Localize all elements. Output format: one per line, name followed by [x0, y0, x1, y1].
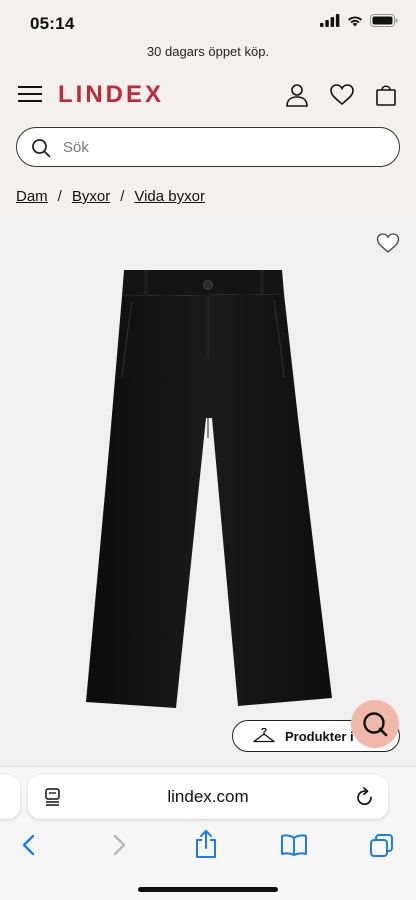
- breadcrumb-item-dam[interactable]: Dam: [16, 188, 48, 205]
- product-image-black-wide-trousers[interactable]: [86, 268, 334, 714]
- account-icon[interactable]: [284, 82, 310, 108]
- status-bar: 05:14: [0, 0, 416, 48]
- browser-toolbar: [0, 829, 416, 865]
- breadcrumb: Dam / Byxor / Vida byxor: [16, 188, 205, 205]
- home-indicator: [138, 887, 278, 892]
- search-icon: [32, 139, 51, 158]
- breadcrumb-separator: /: [57, 188, 62, 205]
- search-input[interactable]: [63, 128, 383, 166]
- promo-banner[interactable]: 30 dagars öppet köp.: [0, 44, 416, 68]
- bookmarks-icon[interactable]: [280, 833, 308, 857]
- breadcrumb-item-byxor[interactable]: Byxor: [72, 188, 110, 205]
- status-time: 05:14: [30, 14, 75, 33]
- signal-icon: [320, 14, 340, 27]
- hanger-icon: [253, 728, 275, 743]
- url-text[interactable]: lindex.com: [28, 775, 388, 819]
- breadcrumb-item-vida-byxor[interactable]: Vida byxor: [134, 188, 205, 205]
- chat-button[interactable]: [351, 700, 399, 748]
- wishlist-icon[interactable]: [329, 82, 355, 108]
- forward-icon[interactable]: [110, 833, 128, 857]
- share-icon[interactable]: [194, 829, 218, 859]
- product-wishlist-icon[interactable]: [376, 232, 400, 254]
- product-image-area[interactable]: Produkter i b: [0, 214, 416, 766]
- tabs-icon[interactable]: [369, 833, 395, 859]
- wifi-icon: [348, 16, 362, 27]
- reload-icon[interactable]: [356, 787, 374, 807]
- chat-icon: [363, 712, 388, 737]
- breadcrumb-separator: /: [120, 188, 125, 205]
- site-header: LINDEX: [0, 72, 416, 120]
- battery-icon: [370, 14, 398, 27]
- shopping-bag-icon[interactable]: [373, 82, 399, 108]
- address-bar[interactable]: lindex.com: [28, 775, 388, 819]
- back-icon[interactable]: [20, 833, 38, 857]
- status-icons: [320, 14, 398, 27]
- browser-bottom-bar: lindex.com: [0, 766, 416, 900]
- previous-tab-preview[interactable]: [0, 775, 20, 819]
- lindex-logo[interactable]: LINDEX: [58, 81, 164, 109]
- menu-icon[interactable]: [16, 82, 44, 106]
- search-bar[interactable]: [16, 127, 400, 167]
